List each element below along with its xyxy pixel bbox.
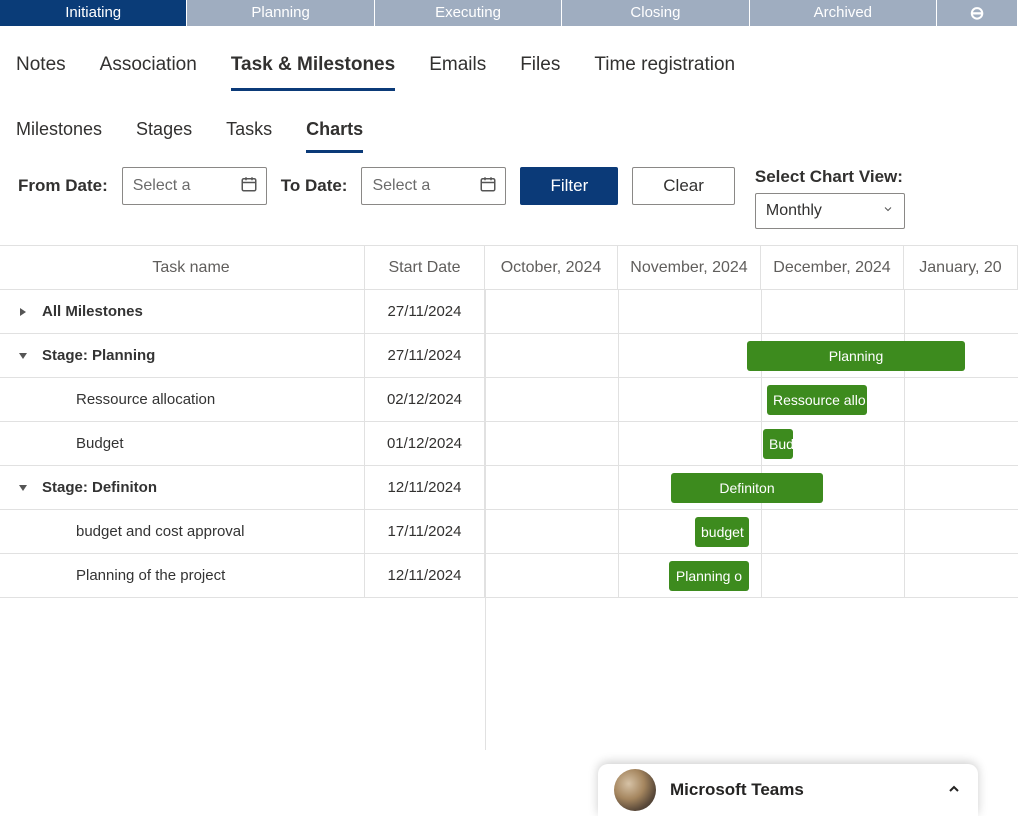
task-name-text: Ressource allocation bbox=[76, 391, 215, 408]
stage-tab-initiating[interactable]: Initiating bbox=[0, 0, 186, 26]
timeline-cell: Planning o bbox=[485, 554, 1018, 597]
header-task-name: Task name bbox=[0, 246, 365, 289]
gantt-body: All Milestones 27/11/2024 Stage: Planning 2… bbox=[0, 290, 1018, 750]
chart-view-label: Select Chart View: bbox=[755, 167, 905, 187]
clear-button[interactable]: Clear bbox=[632, 167, 735, 205]
stage-tab-collapse[interactable]: ⊖ bbox=[937, 0, 1017, 26]
gantt-chart: Task name Start Date October, 2024 Novem… bbox=[0, 245, 1018, 750]
gantt-bar[interactable]: Bud bbox=[763, 429, 793, 459]
tab-task-milestones[interactable]: Task & Milestones bbox=[231, 54, 395, 91]
gantt-row: budget and cost approval 17/11/2024 budget bbox=[0, 510, 1018, 554]
task-name-cell: Stage: Planning bbox=[0, 334, 365, 377]
to-date-input[interactable]: Select a bbox=[361, 167, 506, 205]
chevron-down-icon bbox=[882, 202, 894, 220]
calendar-icon bbox=[479, 175, 497, 198]
subtab-charts[interactable]: Charts bbox=[306, 119, 363, 153]
task-name-cell: Stage: Definiton bbox=[0, 466, 365, 509]
stage-tab-executing[interactable]: Executing bbox=[375, 0, 561, 26]
start-date-cell: 01/12/2024 bbox=[365, 422, 485, 465]
filter-bar: From Date: Select a To Date: Select a Fi… bbox=[0, 153, 1018, 239]
month-col-oct: October, 2024 bbox=[485, 246, 618, 289]
gantt-row: Budget 01/12/2024 Bud bbox=[0, 422, 1018, 466]
start-date-cell: 17/11/2024 bbox=[365, 510, 485, 553]
filter-button[interactable]: Filter bbox=[520, 167, 618, 205]
gantt-row: Planning of the project 12/11/2024 Plannin… bbox=[0, 554, 1018, 598]
month-col-dec: December, 2024 bbox=[761, 246, 904, 289]
from-date-input[interactable]: Select a bbox=[122, 167, 267, 205]
gantt-row: Ressource allocation 02/12/2024 Ressource … bbox=[0, 378, 1018, 422]
task-name-text: Budget bbox=[76, 435, 124, 452]
caret-right-icon[interactable] bbox=[18, 307, 32, 317]
from-date-placeholder: Select a bbox=[133, 177, 191, 195]
sub-tabs: Milestones Stages Tasks Charts bbox=[0, 91, 1018, 153]
task-name-text: Planning of the project bbox=[76, 567, 225, 584]
timeline-cell: Bud bbox=[485, 422, 1018, 465]
gantt-bar[interactable]: Definiton bbox=[671, 473, 823, 503]
stage-tab-closing[interactable]: Closing bbox=[562, 0, 748, 26]
start-date-cell: 12/11/2024 bbox=[365, 466, 485, 509]
start-date-cell: 02/12/2024 bbox=[365, 378, 485, 421]
timeline-cell: budget bbox=[485, 510, 1018, 553]
task-name-cell: All Milestones bbox=[0, 290, 365, 333]
subtab-milestones[interactable]: Milestones bbox=[16, 119, 102, 153]
tab-time-registration[interactable]: Time registration bbox=[594, 54, 735, 91]
gantt-bar[interactable]: Ressource allo bbox=[767, 385, 867, 415]
teams-popup[interactable]: Microsoft Teams bbox=[598, 764, 978, 816]
subtab-stages[interactable]: Stages bbox=[136, 119, 192, 153]
to-date-placeholder: Select a bbox=[372, 177, 430, 195]
gantt-row: All Milestones 27/11/2024 bbox=[0, 290, 1018, 334]
avatar bbox=[614, 769, 656, 811]
timeline-cell: Definiton bbox=[485, 466, 1018, 509]
chart-view-dropdown[interactable]: Monthly bbox=[755, 193, 905, 229]
task-name-cell: Planning of the project bbox=[0, 554, 365, 597]
task-name-cell: budget and cost approval bbox=[0, 510, 365, 553]
from-date-label: From Date: bbox=[18, 167, 108, 205]
start-date-cell: 12/11/2024 bbox=[365, 554, 485, 597]
task-name-text: Stage: Planning bbox=[42, 347, 155, 364]
timeline-cell: Ressource allo bbox=[485, 378, 1018, 421]
gantt-row: Stage: Planning 27/11/2024 Planning bbox=[0, 334, 1018, 378]
task-name-cell: Ressource allocation bbox=[0, 378, 365, 421]
header-start-date: Start Date bbox=[365, 246, 485, 289]
tab-emails[interactable]: Emails bbox=[429, 54, 486, 91]
gantt-bar[interactable]: Planning bbox=[747, 341, 965, 371]
chart-view-value: Monthly bbox=[766, 202, 822, 220]
caret-down-icon[interactable] bbox=[18, 483, 32, 493]
month-col-jan: January, 20 bbox=[904, 246, 1018, 289]
stage-tab-archived[interactable]: Archived bbox=[750, 0, 936, 26]
task-name-cell: Budget bbox=[0, 422, 365, 465]
gantt-bar[interactable]: budget bbox=[695, 517, 749, 547]
task-name-text: Stage: Definiton bbox=[42, 479, 157, 496]
tab-files[interactable]: Files bbox=[520, 54, 560, 91]
timeline-cell: Planning bbox=[485, 334, 1018, 377]
month-col-nov: November, 2024 bbox=[618, 246, 761, 289]
start-date-cell: 27/11/2024 bbox=[365, 334, 485, 377]
task-name-text: All Milestones bbox=[42, 303, 143, 320]
timeline-cell bbox=[485, 290, 1018, 333]
calendar-icon bbox=[240, 175, 258, 198]
start-date-cell: 27/11/2024 bbox=[365, 290, 485, 333]
chevron-up-icon bbox=[946, 781, 962, 800]
main-tabs: Notes Association Task & Milestones Emai… bbox=[0, 26, 1018, 91]
gantt-row: Stage: Definiton 12/11/2024 Definiton bbox=[0, 466, 1018, 510]
teams-title: Microsoft Teams bbox=[670, 780, 932, 800]
stage-tabs-bar: Initiating Planning Executing Closing Ar… bbox=[0, 0, 1018, 26]
gantt-bar[interactable]: Planning o bbox=[669, 561, 749, 591]
caret-down-icon[interactable] bbox=[18, 351, 32, 361]
task-name-text: budget and cost approval bbox=[76, 523, 244, 540]
to-date-label: To Date: bbox=[281, 167, 348, 205]
tab-association[interactable]: Association bbox=[100, 54, 197, 91]
stage-tab-planning[interactable]: Planning bbox=[187, 0, 373, 26]
subtab-tasks[interactable]: Tasks bbox=[226, 119, 272, 153]
gantt-header: Task name Start Date October, 2024 Novem… bbox=[0, 246, 1018, 290]
tab-notes[interactable]: Notes bbox=[16, 54, 66, 91]
